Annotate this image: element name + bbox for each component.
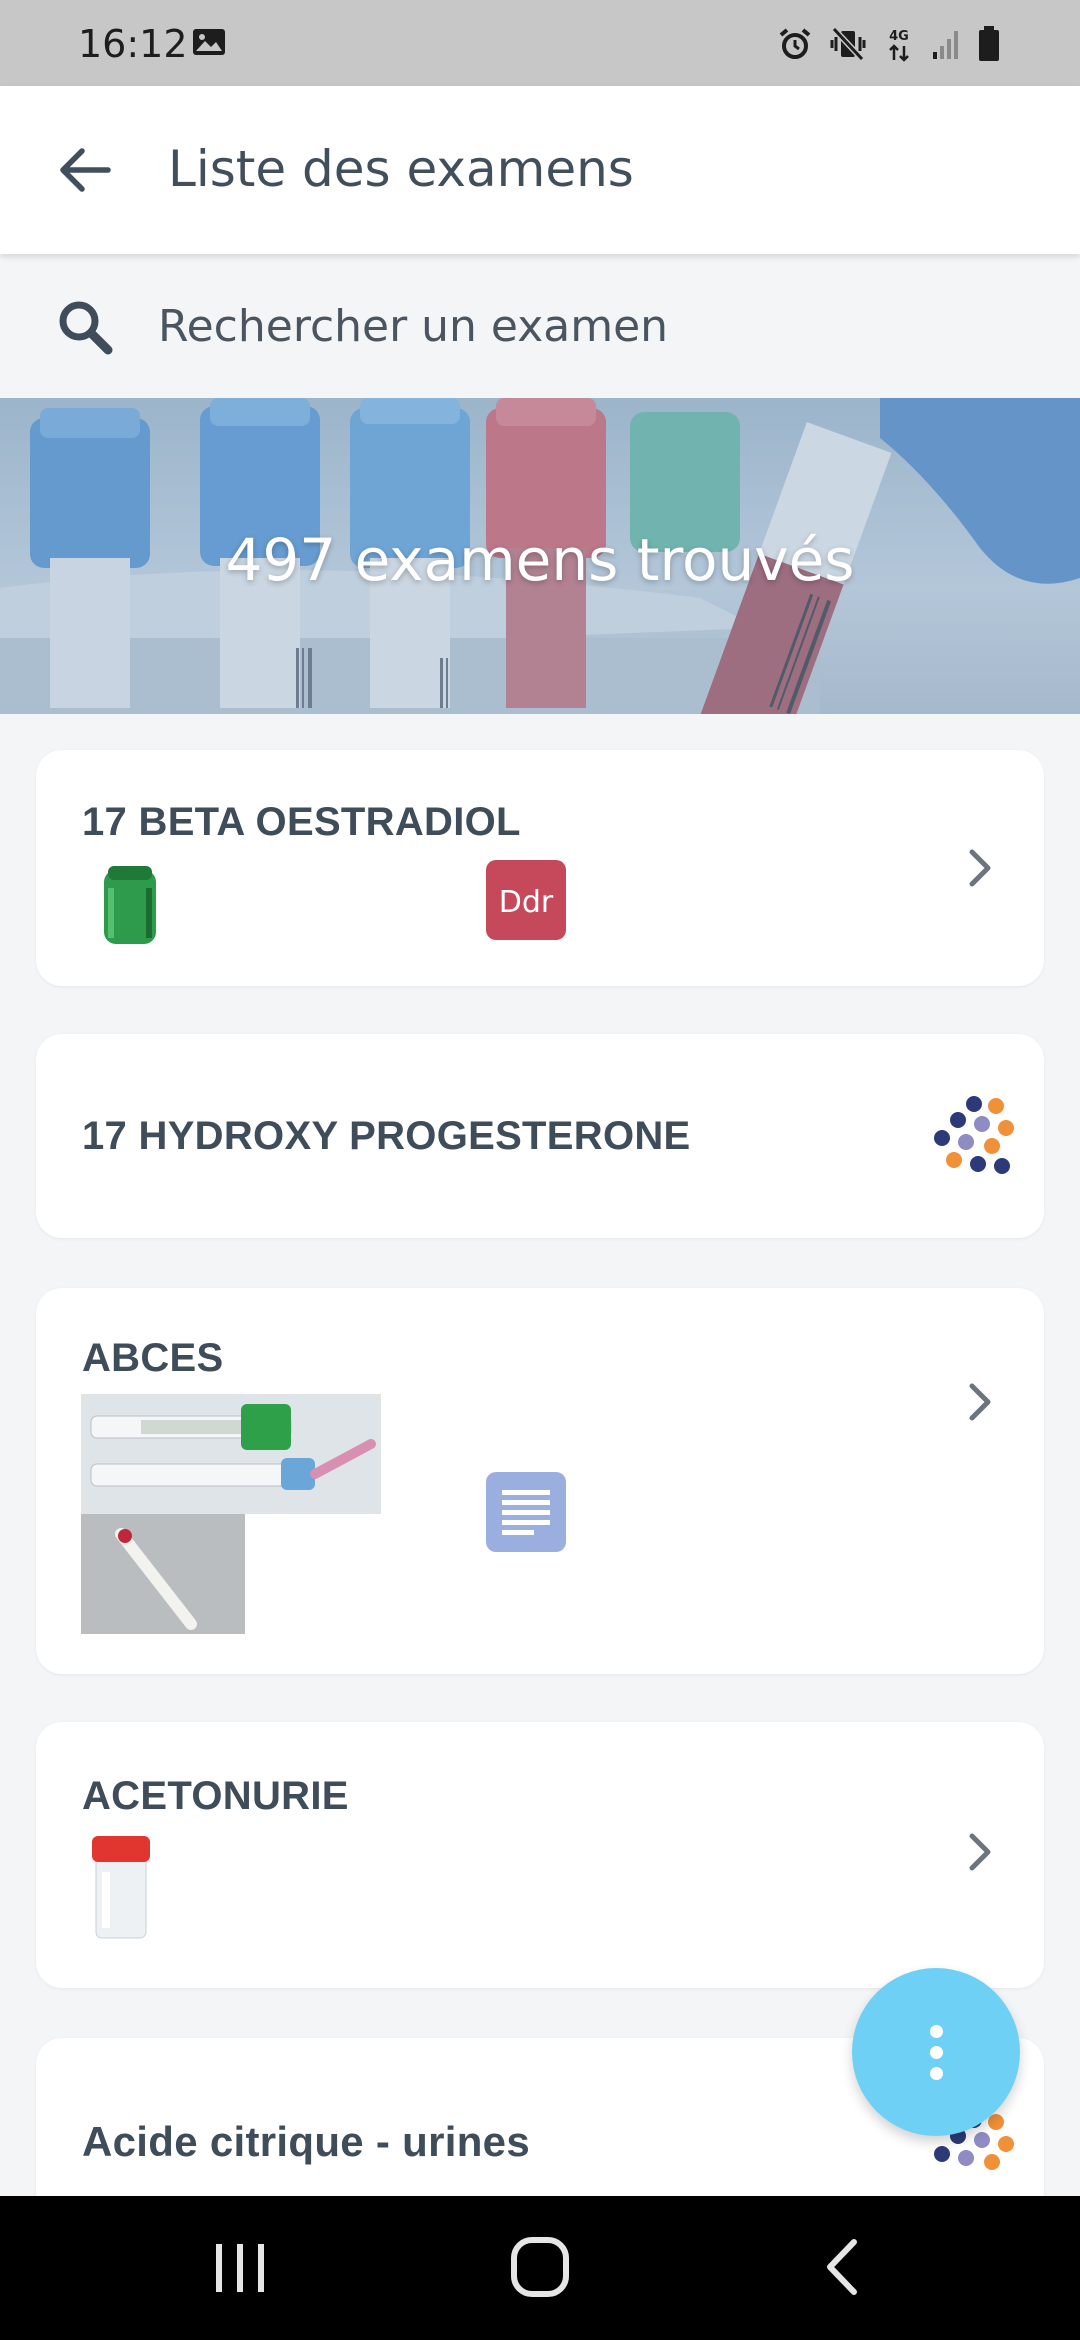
swab-photo bbox=[81, 1514, 245, 1634]
more-vert-icon-dot bbox=[929, 2066, 943, 2080]
search-icon bbox=[59, 301, 113, 355]
arrow-left-icon bbox=[60, 148, 111, 192]
back-icon[interactable] bbox=[822, 2236, 862, 2298]
status-bar: 16:12 4G bbox=[0, 0, 1080, 86]
search-input[interactable] bbox=[158, 288, 1018, 364]
exam-name: ACETONURIE bbox=[82, 1774, 349, 1818]
exam-name: Acide citrique - urines bbox=[82, 2118, 531, 2165]
exam-name: 17 BETA OESTRADIOL bbox=[82, 800, 521, 844]
document-icon bbox=[486, 1472, 566, 1552]
status-icons: 4G bbox=[778, 24, 1000, 64]
more-options-fab[interactable] bbox=[852, 1968, 1020, 2136]
more-vert-icon bbox=[929, 2024, 943, 2038]
4g-icon: 4G bbox=[889, 29, 909, 62]
exam-name: ABCES bbox=[82, 1336, 224, 1380]
system-nav-bar bbox=[0, 2196, 1080, 2340]
svg-text:4G: 4G bbox=[889, 29, 909, 44]
search-bar bbox=[0, 254, 1080, 398]
results-count: 497 examens trouvés bbox=[225, 526, 855, 594]
chevron-right-icon bbox=[962, 844, 998, 892]
exam-card-acetonurie[interactable]: ACETONURIE bbox=[36, 1722, 1044, 1988]
page-title: Liste des examens bbox=[168, 140, 634, 198]
home-icon[interactable] bbox=[510, 2236, 570, 2298]
chevron-right-icon bbox=[962, 1378, 998, 1426]
chevron-right-icon bbox=[962, 1828, 998, 1876]
more-vert-icon-dot bbox=[929, 2045, 943, 2059]
exam-name: 17 HYDROXY PROGESTERONE bbox=[82, 1114, 691, 1158]
exam-card-abces[interactable]: ABCES bbox=[36, 1288, 1044, 1674]
green-tube-icon bbox=[104, 866, 156, 944]
status-time: 16:12 bbox=[78, 22, 188, 66]
recents-icon[interactable] bbox=[212, 2240, 268, 2296]
syringes-photo bbox=[81, 1394, 381, 1514]
svg-text:Ddr: Ddr bbox=[499, 885, 554, 920]
urine-cup-icon bbox=[92, 1836, 150, 1939]
back-button[interactable] bbox=[48, 134, 120, 206]
exam-card-17-hydroxy-progesterone[interactable]: 17 HYDROXY PROGESTERONE bbox=[36, 1034, 1044, 1238]
alarm-icon bbox=[779, 28, 811, 59]
results-banner: 497 examens trouvés bbox=[0, 398, 1080, 714]
image-icon bbox=[193, 29, 225, 55]
partner-logo-icon bbox=[934, 1096, 1014, 1174]
battery-icon bbox=[979, 26, 999, 61]
ddr-badge: Ddr bbox=[486, 860, 566, 940]
signal-icon bbox=[933, 31, 958, 59]
vibrate-icon bbox=[830, 27, 866, 61]
exam-card-17-beta-oestradiol[interactable]: 17 BETA OESTRADIOL Ddr bbox=[36, 750, 1044, 986]
app-bar: Liste des examens bbox=[0, 86, 1080, 254]
